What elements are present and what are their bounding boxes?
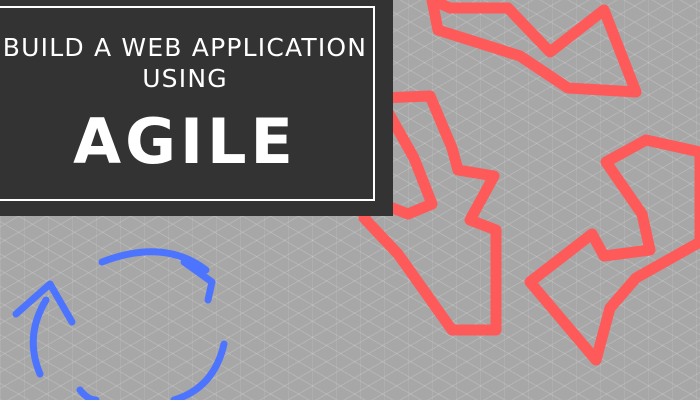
recycle-arrows-icon — [358, 0, 700, 366]
title-line-1: BUILD A WEB APPLICATION — [2, 33, 368, 62]
title-line-2: USING — [142, 64, 228, 93]
title-panel: BUILD A WEB APPLICATION USING AGILE — [0, 0, 393, 216]
cycle-arc-bottom — [76, 386, 100, 400]
recycle-arrow-top — [426, 0, 642, 98]
recycle-arrow-right — [524, 134, 700, 366]
title-line-3: AGILE — [73, 105, 297, 178]
agile-banner: BUILD A WEB APPLICATION USING AGILE — [0, 0, 700, 400]
cycle-arc-left — [29, 296, 50, 378]
circular-arrows-icon — [12, 248, 228, 400]
cycle-arc-right — [170, 340, 228, 400]
